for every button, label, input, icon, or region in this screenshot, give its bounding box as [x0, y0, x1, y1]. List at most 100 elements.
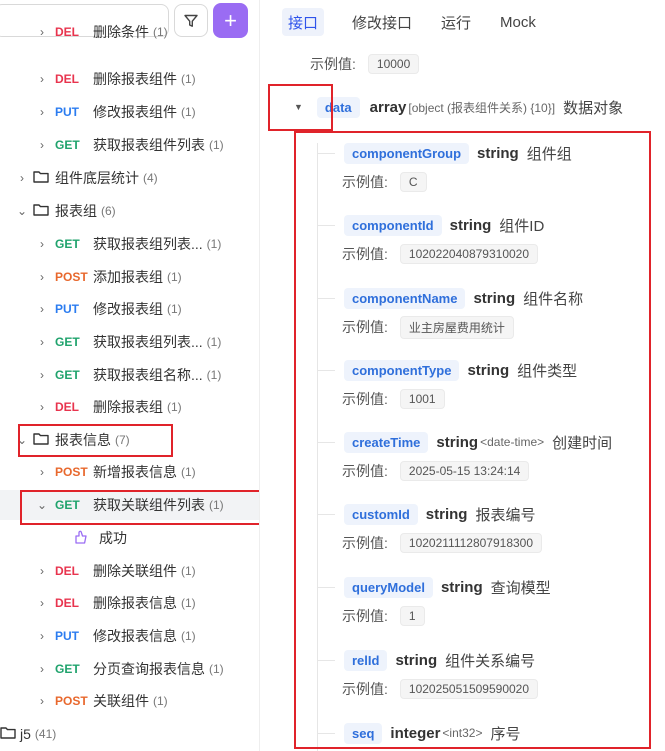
tree-item-count: (1) [153, 25, 168, 39]
data-field-desc: 数据对象 [563, 99, 624, 117]
chevron-icon[interactable]: › [37, 25, 47, 39]
highlight-box-report-info [18, 424, 173, 457]
method-badge: PUT [55, 105, 79, 119]
data-field-row[interactable]: ▼ data array [object (报表组件关系) {10}] 数据对象 [294, 93, 623, 121]
tree-item-api[interactable]: › GET 获取报表组列表... (1) [0, 327, 259, 357]
chevron-icon[interactable]: › [37, 596, 47, 610]
tree-item-label: 删除关联组件 [93, 563, 177, 579]
tree-item-label: 修改报表组 [93, 301, 163, 317]
tree-item-label: 添加报表组 [93, 269, 163, 285]
method-badge: DEL [55, 25, 79, 39]
tree-item-count: (1) [209, 138, 224, 152]
tree-item-label: 删除条件 [93, 24, 149, 40]
tree-item-api[interactable]: › POST 添加报表组 (1) [0, 262, 259, 292]
response-icon [73, 529, 89, 548]
method-badge: DEL [55, 596, 79, 610]
tree-item-count: (41) [34, 727, 57, 741]
method-badge: DEL [55, 400, 79, 414]
tree-item-label: j5 [20, 726, 31, 742]
method-badge: DEL [55, 72, 79, 86]
tree-item-count: (1) [206, 237, 222, 251]
tree-item-count: (1) [181, 629, 196, 643]
tree-item-api[interactable]: › GET 分页查询报表信息 (1) [0, 654, 259, 684]
chevron-icon[interactable]: › [37, 302, 47, 316]
tree-guide-branch [317, 225, 335, 226]
tree-item-label: 删除报表组件 [93, 71, 177, 87]
data-field-subtype: [object (报表组件关系) {10}] [408, 100, 556, 115]
tree-item-api[interactable]: › DEL 删除报表信息 (1) [0, 588, 259, 618]
tree-item-count: (1) [181, 72, 196, 86]
tree-item-label: 报表组 [55, 203, 97, 219]
tree-item-label: 组件底层统计 [55, 170, 139, 186]
tree-guide-branch [317, 153, 335, 154]
tree-item-api[interactable]: › GET 获取报表组列表... (1) [0, 229, 259, 259]
tab-1[interactable]: 修改接口 [346, 8, 418, 36]
tree-item-folder[interactable]: › 组件底层统计 (4) [0, 163, 259, 193]
chevron-icon[interactable]: ⌄ [17, 204, 27, 218]
method-badge: GET [55, 237, 80, 251]
chevron-icon[interactable]: › [37, 270, 47, 284]
tab-2[interactable]: 运行 [435, 8, 477, 36]
tree-item-folder[interactable]: ⌄ 报表组 (6) [0, 196, 259, 226]
tree-guide-branch [317, 298, 335, 299]
tree-item-label: 成功 [99, 530, 127, 546]
chevron-icon[interactable]: › [37, 368, 47, 382]
tree-item-count: (1) [181, 105, 196, 119]
chevron-icon[interactable]: › [37, 138, 47, 152]
chevron-icon[interactable]: › [37, 335, 47, 349]
method-badge: POST [55, 694, 88, 708]
tree-item-count: (1) [167, 400, 182, 414]
tree-item-count: (1) [167, 270, 182, 284]
tree-item-api[interactable]: › DEL 删除报表组件 (1) [0, 64, 259, 94]
tree-item-response[interactable]: 成功 [0, 523, 259, 553]
method-badge: GET [55, 662, 80, 676]
method-badge: GET [55, 368, 80, 382]
chevron-icon[interactable]: › [37, 564, 47, 578]
chevron-icon[interactable]: › [37, 400, 47, 414]
tree-item-count: (1) [209, 662, 224, 676]
chevron-icon[interactable]: › [37, 629, 47, 643]
tree-item-count: (4) [143, 171, 158, 185]
tree-item-label: 修改报表信息 [93, 628, 177, 644]
chevron-icon[interactable]: › [37, 105, 47, 119]
method-badge: PUT [55, 629, 79, 643]
tab-0[interactable]: 接口 [282, 8, 325, 36]
tree-item-api[interactable]: › DEL 删除条件 (1) [0, 17, 259, 47]
chevron-icon[interactable]: › [37, 662, 47, 676]
chevron-icon[interactable]: › [37, 694, 47, 708]
tree-item-count: (1) [153, 694, 168, 708]
tree-item-api[interactable]: › POST 关联组件 (1) [0, 686, 259, 716]
tree-item-label: 修改报表组件 [93, 104, 177, 120]
chevron-icon[interactable]: › [37, 237, 47, 251]
folder-icon [0, 726, 16, 742]
tree-item-api[interactable]: › DEL 删除报表组 (1) [0, 392, 259, 422]
tree-item-api[interactable]: › PUT 修改报表组件 (1) [0, 97, 259, 127]
tree-guide-branch [317, 442, 335, 443]
data-field-type: array [369, 98, 407, 116]
tree-item-api[interactable]: › PUT 修改报表信息 (1) [0, 621, 259, 651]
tree-item-label: 分页查询报表信息 [93, 661, 205, 677]
tree-item-api[interactable]: › POST 新增报表信息 (1) [0, 457, 259, 487]
api-tree-panel: + › DEL 删除条件 (1) › DEL 删除报表组件 (1) › PUT 修改报表组件 (1) ›… [0, 0, 260, 751]
tree-item-api[interactable]: › GET 获取报表组件列表 (1) [0, 130, 259, 160]
tree-item-count: (1) [167, 302, 182, 316]
tree-guide-branch [317, 370, 335, 371]
tree-item-api[interactable]: › GET 获取报表组名称... (1) [0, 360, 259, 390]
method-badge: GET [55, 335, 80, 349]
highlight-box-selected-api [20, 490, 259, 525]
tree-item-label: 删除报表信息 [93, 595, 177, 611]
chevron-icon[interactable]: › [37, 72, 47, 86]
tab-3[interactable]: Mock [494, 8, 542, 36]
method-badge: DEL [55, 564, 79, 578]
chevron-icon[interactable]: › [37, 465, 47, 479]
tree-item-count: (6) [101, 204, 116, 218]
tree-item-label: 获取报表组名称... [93, 367, 203, 383]
example-label: 示例值: [310, 56, 356, 72]
tree-item-count: (1) [181, 465, 196, 479]
tree-item-api[interactable]: › DEL 删除关联组件 (1) [0, 556, 259, 586]
tree-item-root[interactable]: j5 (41) [0, 719, 259, 749]
tree-item-api[interactable]: › PUT 修改报表组 (1) [0, 294, 259, 324]
tree-item-count: (1) [206, 335, 222, 349]
tree-guide-branch [317, 514, 335, 515]
chevron-icon[interactable]: › [17, 171, 27, 185]
